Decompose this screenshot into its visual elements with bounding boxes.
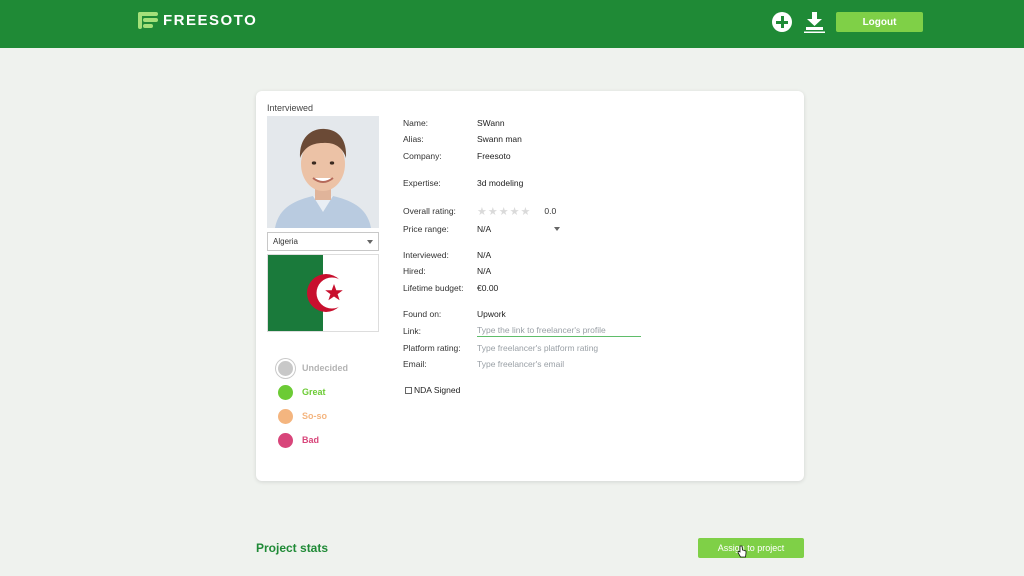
hired-row: Hired: N/A	[403, 264, 491, 278]
country-select-value: Algeria	[273, 237, 298, 246]
status-dot-bad	[278, 432, 293, 448]
email-label: Email:	[403, 359, 427, 369]
name-row: Name: SWann	[403, 116, 505, 130]
star-icon[interactable]: ★	[488, 205, 498, 218]
star-icon[interactable]: ★	[477, 205, 487, 218]
status-dot-so-so	[278, 408, 293, 424]
rating-stars[interactable]: ★ ★ ★ ★ ★	[477, 205, 530, 218]
status-dot-great	[278, 384, 293, 400]
expertise-row: Expertise: 3d modeling	[403, 176, 523, 190]
nda-label: NDA Signed	[414, 385, 461, 395]
status-so-so[interactable]: So-so	[278, 404, 348, 428]
price-row: Price range: N/A	[403, 222, 561, 236]
hired-label: Hired:	[403, 266, 426, 276]
star-icon[interactable]: ★	[499, 205, 509, 218]
status-label-undecided: Undecided	[302, 363, 349, 373]
download-icon[interactable]	[804, 11, 825, 33]
interviewed-row: Interviewed: N/A	[403, 248, 491, 262]
alias-label: Alias:	[403, 134, 424, 144]
name-value[interactable]: SWann	[477, 118, 505, 128]
freesoto-logo[interactable]: FREESOTO	[138, 12, 257, 29]
status-label-so-so: So-so	[302, 411, 328, 421]
project-stats-heading: Project stats	[256, 541, 329, 555]
interviewed-value: N/A	[477, 250, 492, 260]
link-label: Link:	[403, 326, 421, 336]
link-input[interactable]: Type the link to freelancer's profile	[477, 325, 641, 337]
logo-mark-icon	[138, 12, 158, 29]
freelancer-card: Interviewed Algeria Undecided Great So-s…	[256, 91, 804, 481]
star-icon[interactable]: ★	[510, 205, 520, 218]
email-input[interactable]: Type freelancer's email	[477, 359, 564, 369]
email-row: Email: Type freelancer's email	[403, 357, 564, 371]
company-value[interactable]: Freesoto	[477, 151, 511, 161]
company-row: Company: Freesoto	[403, 149, 511, 163]
status-list: Undecided Great So-so Bad	[278, 356, 348, 452]
price-value: N/A	[477, 224, 492, 234]
platform-rating-label: Platform rating:	[403, 343, 461, 353]
freelancer-photo	[267, 116, 379, 228]
name-label: Name:	[403, 118, 429, 128]
price-label: Price range:	[403, 224, 449, 234]
add-circle-icon[interactable]	[772, 12, 792, 32]
interviewed-label: Interviewed:	[403, 250, 449, 260]
status-bad[interactable]: Bad	[278, 428, 348, 452]
chevron-down-icon	[367, 239, 373, 244]
top-bar: FREESOTO Logout	[0, 0, 1024, 48]
found-value[interactable]: Upwork	[477, 309, 506, 319]
algeria-flag	[267, 254, 379, 332]
expertise-label: Expertise:	[403, 178, 441, 188]
rating-label: Overall rating:	[403, 206, 456, 216]
interviewed-heading: Interviewed	[267, 103, 314, 113]
status-dot-undecided	[278, 360, 293, 376]
budget-row: Lifetime budget: €0.00	[403, 281, 498, 295]
rating-row: Overall rating: ★ ★ ★ ★ ★ 0.0	[403, 204, 556, 218]
link-row: Link: Type the link to freelancer's prof…	[403, 324, 641, 338]
assign-to-project-button[interactable]: Assign to project	[698, 538, 804, 558]
found-label: Found on:	[403, 309, 442, 319]
status-label-great: Great	[302, 387, 326, 397]
found-row: Found on: Upwork	[403, 307, 506, 321]
status-label-bad: Bad	[302, 435, 320, 445]
platform-rating-row: Platform rating: Type freelancer's platf…	[403, 341, 598, 355]
logo-text: FREESOTO	[163, 12, 258, 29]
status-undecided[interactable]: Undecided	[278, 356, 348, 380]
budget-label: Lifetime budget:	[403, 283, 464, 293]
logout-button[interactable]: Logout	[836, 12, 923, 32]
expertise-value[interactable]: 3d modeling	[477, 178, 523, 188]
status-great[interactable]: Great	[278, 380, 348, 404]
price-select[interactable]: N/A	[477, 224, 561, 234]
chevron-down-icon	[554, 227, 561, 231]
company-label: Company:	[403, 151, 442, 161]
platform-rating-input[interactable]: Type freelancer's platform rating	[477, 343, 598, 353]
nda-row: NDA Signed	[405, 385, 460, 395]
budget-value: €0.00	[477, 283, 499, 293]
nda-checkbox[interactable]	[405, 386, 412, 394]
star-icon[interactable]: ★	[521, 205, 531, 218]
alias-row: Alias: Swann man	[403, 132, 522, 146]
hand-cursor-icon	[737, 545, 747, 559]
country-select[interactable]: Algeria	[267, 232, 379, 251]
rating-value: 0.0	[544, 206, 557, 216]
hired-value: N/A	[477, 266, 492, 276]
alias-value[interactable]: Swann man	[477, 134, 522, 144]
details-panel: Name: SWann Alias: Swann man Company: Fr…	[403, 91, 803, 481]
